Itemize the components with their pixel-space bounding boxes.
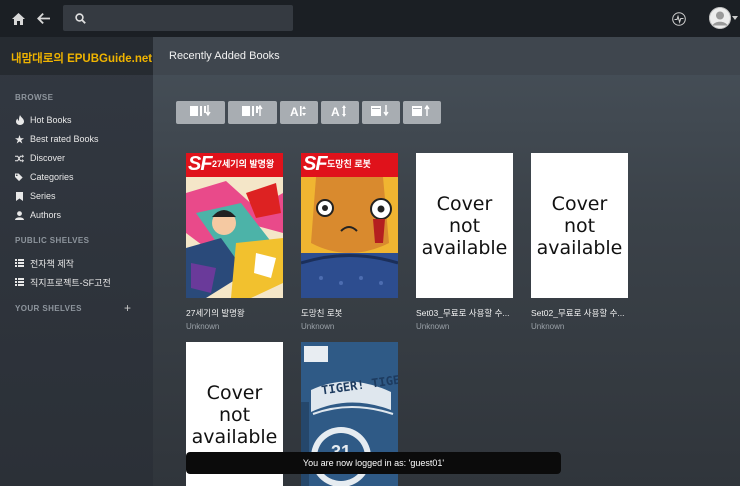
sidebar-item-label: 직지프로젝트-SF고전 bbox=[30, 277, 111, 288]
book-card[interactable]: Cover not available Set02_무료로 사용할 수... U… bbox=[531, 153, 628, 331]
sidebar-item-authors[interactable]: Authors bbox=[15, 207, 61, 223]
page-title: Recently Added Books bbox=[169, 50, 280, 62]
public-shelves-heading: PUBLIC SHELVES bbox=[15, 236, 90, 245]
book-card[interactable]: SF 도망친 로봇 도망친 로봇 Unknown bbox=[301, 153, 398, 331]
book-author[interactable]: Unknown bbox=[531, 322, 628, 331]
sort-newest-button[interactable] bbox=[176, 101, 225, 124]
bookmark-icon bbox=[15, 191, 24, 201]
search-box bbox=[63, 5, 293, 31]
sidebar-item-best-rated[interactable]: Best rated Books bbox=[15, 131, 99, 147]
top-navbar bbox=[0, 0, 740, 37]
sort-za-button[interactable]: A bbox=[321, 101, 359, 124]
sidebar-shelf-ebook-making[interactable]: 전자책 제작 bbox=[15, 255, 74, 271]
sort-oldest-button[interactable] bbox=[228, 101, 277, 124]
svg-text:A: A bbox=[331, 105, 340, 117]
book-card[interactable]: SF 27세기의 발명왕 27세기의 발명왕 Unknown bbox=[186, 153, 283, 331]
book-title[interactable]: Set03_무료로 사용할 수... bbox=[416, 307, 513, 319]
plus-icon[interactable]: + bbox=[124, 302, 131, 314]
book-author[interactable]: Unknown bbox=[186, 322, 283, 331]
cover-title: 도망친 로봇 bbox=[327, 159, 371, 169]
sidebar-item-label: Series bbox=[30, 191, 56, 201]
brand-row: 내맘대로의 EPUBGuide.net bbox=[0, 37, 153, 75]
sidebar-item-label: 전자책 제작 bbox=[30, 258, 74, 269]
book-title[interactable]: 도망친 로봇 bbox=[301, 307, 398, 319]
sidebar-shelf-jikji-sf[interactable]: 직지프로젝트-SF고전 bbox=[15, 274, 111, 290]
list-icon bbox=[15, 259, 24, 268]
brand-link[interactable]: 내맘대로의 EPUBGuide.net bbox=[11, 50, 152, 66]
sf-logo: SF bbox=[303, 153, 328, 175]
sort-az-button[interactable]: A bbox=[280, 101, 318, 124]
login-toast: You are now logged in as: 'guest01' bbox=[186, 452, 561, 474]
book-cover-placeholder[interactable]: Cover not available bbox=[531, 153, 628, 298]
sort-alpha-asc-icon: A bbox=[290, 105, 308, 120]
browse-heading: BROWSE bbox=[15, 93, 54, 102]
sidebar-item-label: Discover bbox=[30, 153, 66, 163]
sidebar-item-label: Categories bbox=[30, 172, 74, 182]
star-icon bbox=[15, 134, 24, 144]
sort-date-desc-icon bbox=[189, 105, 212, 120]
sf-logo: SF bbox=[188, 153, 213, 175]
sort-pubdate-asc-button[interactable] bbox=[403, 101, 441, 124]
sidebar-item-label: Hot Books bbox=[30, 115, 72, 125]
sidebar-item-label: Best rated Books bbox=[30, 134, 99, 144]
sidebar-item-series[interactable]: Series bbox=[15, 188, 56, 204]
sort-alpha-desc-icon: A bbox=[331, 105, 349, 120]
book-card[interactable]: Cover not available Set03_무료로 사용할 수... U… bbox=[416, 153, 513, 331]
user-icon bbox=[15, 210, 24, 220]
your-shelves-heading: YOUR SHELVES bbox=[15, 304, 82, 313]
sidebar: 내맘대로의 EPUBGuide.net BROWSE Hot Books Bes… bbox=[0, 37, 153, 486]
book-cover[interactable]: SF 27세기의 발명왕 bbox=[186, 153, 283, 298]
back-arrow-icon[interactable] bbox=[35, 10, 52, 27]
cover-title: 27세기의 발명왕 bbox=[212, 159, 275, 169]
book-cover-placeholder[interactable]: Cover not available bbox=[416, 153, 513, 298]
toast-message: You are now logged in as: 'guest01' bbox=[302, 458, 445, 468]
sort-pubdate-desc-icon bbox=[371, 105, 391, 120]
caret-down-icon[interactable] bbox=[732, 16, 738, 20]
book-title[interactable]: 27세기의 발명왕 bbox=[186, 307, 283, 319]
book-author[interactable]: Unknown bbox=[416, 322, 513, 331]
pulse-icon[interactable] bbox=[670, 10, 687, 27]
search-icon bbox=[75, 12, 86, 24]
sidebar-item-discover[interactable]: Discover bbox=[15, 150, 65, 166]
user-avatar-icon[interactable] bbox=[709, 7, 731, 29]
main-content: Recently Added Books A A SF 27세기의 발명왕 27… bbox=[153, 37, 740, 486]
sidebar-item-categories[interactable]: Categories bbox=[15, 169, 74, 185]
home-icon[interactable] bbox=[10, 10, 27, 27]
book-author[interactable]: Unknown bbox=[301, 322, 398, 331]
sort-pubdate-desc-button[interactable] bbox=[362, 101, 400, 124]
fire-icon bbox=[15, 115, 24, 125]
sidebar-item-hot-books[interactable]: Hot Books bbox=[15, 112, 72, 128]
list-icon bbox=[15, 278, 24, 287]
search-input[interactable] bbox=[93, 5, 288, 31]
sort-date-asc-icon bbox=[241, 104, 264, 120]
tags-icon bbox=[15, 172, 24, 182]
sidebar-item-label: Authors bbox=[30, 210, 62, 220]
shuffle-icon bbox=[15, 153, 24, 163]
book-title[interactable]: Set02_무료로 사용할 수... bbox=[531, 307, 628, 319]
main-header: Recently Added Books bbox=[153, 37, 740, 75]
sort-pubdate-asc-icon bbox=[412, 104, 432, 120]
book-cover[interactable]: SF 도망친 로봇 bbox=[301, 153, 398, 298]
svg-text:A: A bbox=[290, 105, 299, 117]
